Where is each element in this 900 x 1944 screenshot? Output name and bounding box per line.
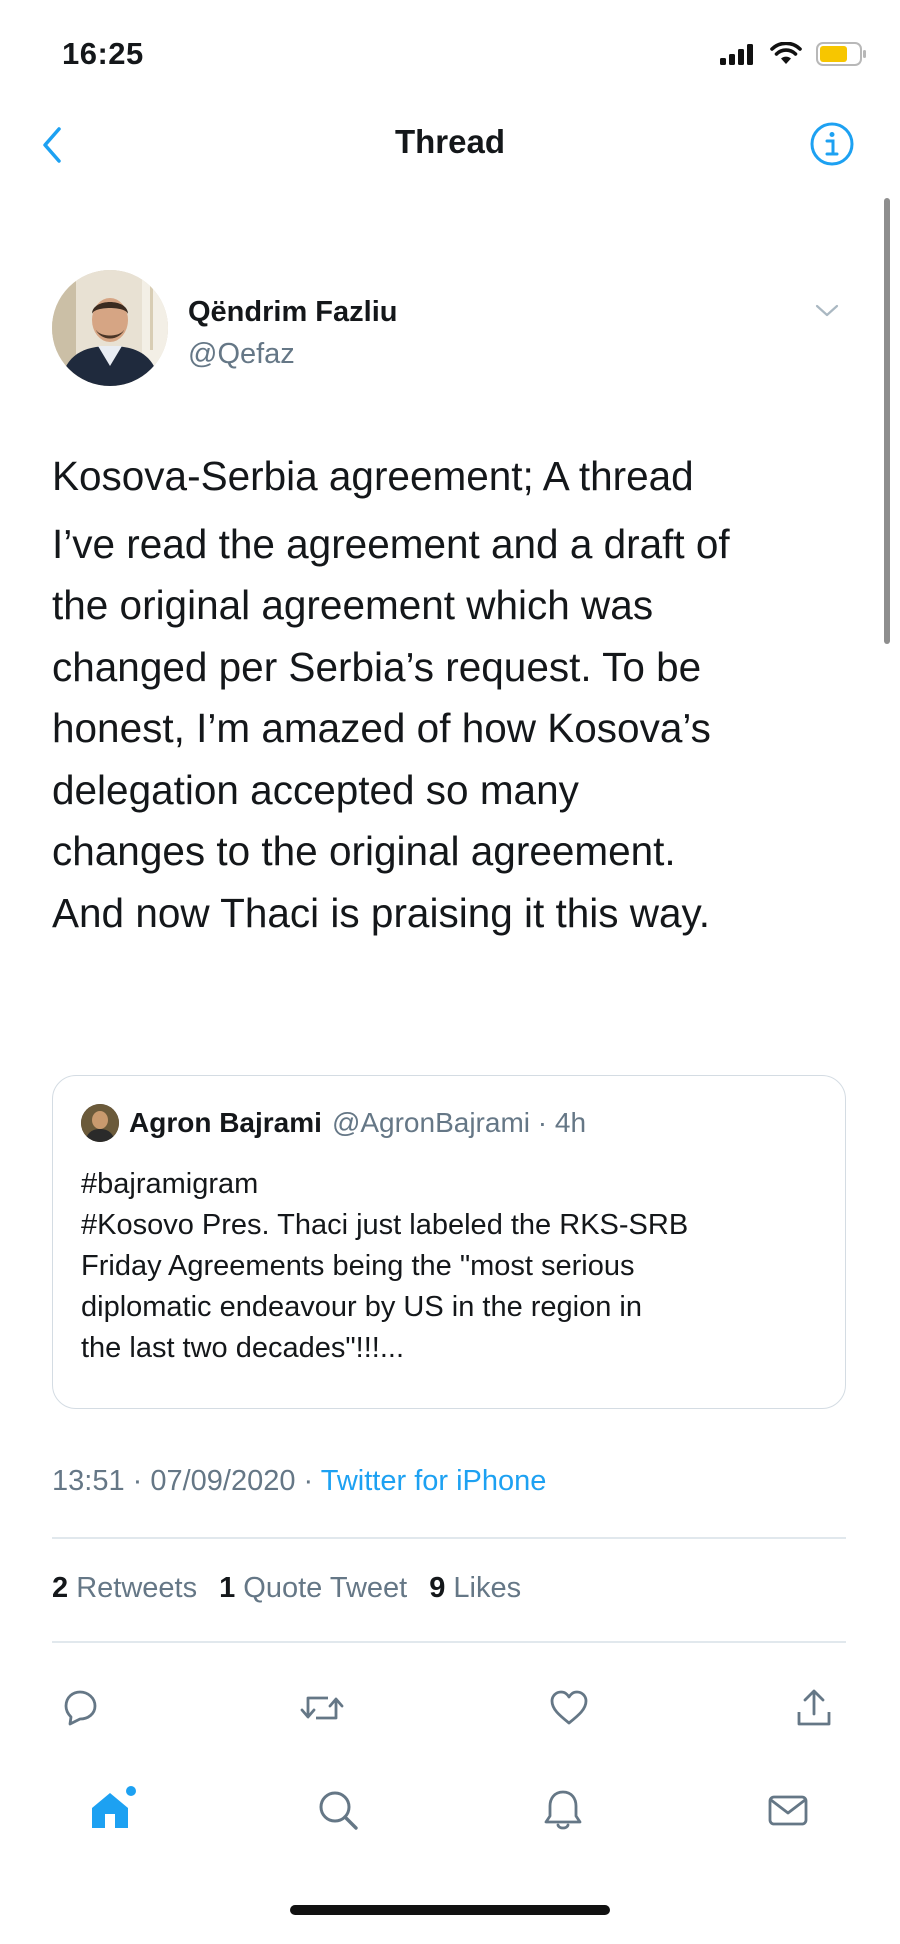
share-button[interactable] bbox=[786, 1680, 842, 1736]
retweet-button[interactable] bbox=[294, 1680, 350, 1736]
quoted-line: Friday Agreements being the "most seriou… bbox=[81, 1250, 635, 1282]
likes-stat[interactable]: 9 Likes bbox=[429, 1572, 521, 1605]
signal-icon bbox=[720, 44, 753, 65]
retweets-stat[interactable]: 2 Retweets bbox=[52, 1572, 197, 1605]
messages-icon bbox=[768, 1795, 808, 1826]
quoted-line: #bajramigram bbox=[81, 1168, 259, 1200]
quote-tweets-count: 1 bbox=[219, 1572, 236, 1604]
home-indicator[interactable] bbox=[290, 1905, 610, 1915]
retweets-label: Retweets bbox=[68, 1572, 198, 1604]
reply-icon bbox=[64, 1690, 97, 1726]
page-title: Thread bbox=[394, 123, 506, 160]
tab-home[interactable] bbox=[82, 1780, 142, 1840]
tab-search[interactable] bbox=[308, 1780, 368, 1840]
tab-notifications[interactable] bbox=[533, 1780, 593, 1840]
share-icon bbox=[797, 1689, 831, 1726]
retweet-icon bbox=[300, 1696, 344, 1720]
status-bar: 16:25 bbox=[0, 0, 900, 110]
tweet-line: I’ve read the agreement and a draft of bbox=[52, 520, 730, 567]
quoted-line: #Kosovo Pres. Thaci just labeled the RKS… bbox=[81, 1209, 689, 1241]
quoted-tweet-header: Agron Bajrami @AgronBajrami · 4h bbox=[81, 1104, 586, 1142]
timestamp-text: 13:51 · 07/09/2020 · bbox=[52, 1465, 321, 1497]
tweet-menu-button[interactable] bbox=[812, 298, 842, 322]
tweet-line: changed per Serbia’s request. To be bbox=[52, 643, 702, 690]
retweets-count: 2 bbox=[52, 1572, 69, 1604]
tweet-stats: 2 Retweets 1 Quote Tweet 9 Likes bbox=[52, 1572, 543, 1605]
client-link[interactable]: Twitter for iPhone bbox=[321, 1465, 547, 1497]
divider bbox=[52, 1641, 846, 1643]
like-icon bbox=[550, 1690, 588, 1725]
tweet-paragraph: I’ve read the agreement and a draft of t… bbox=[52, 514, 852, 945]
quoted-avatar bbox=[81, 1104, 119, 1142]
tweet-actions bbox=[52, 1680, 842, 1740]
tweet-line: delegation accepted so many bbox=[52, 766, 579, 813]
nav-bar: Thread bbox=[0, 110, 900, 180]
quoted-tweet-text: #bajramigram #Kosovo Pres. Thaci just la… bbox=[81, 1164, 821, 1369]
avatar[interactable] bbox=[52, 270, 168, 386]
status-time: 16:25 bbox=[62, 36, 144, 71]
author-name[interactable]: Qëndrim Fazliu bbox=[188, 296, 397, 329]
quote-tweets-stat[interactable]: 1 Quote Tweet bbox=[219, 1572, 407, 1605]
tweet-timestamp: 13:51 · 07/09/2020 · Twitter for iPhone bbox=[52, 1465, 546, 1498]
tweet-line: honest, I’m amazed of how Kosova’s bbox=[52, 705, 711, 751]
quoted-author-name: Agron Bajrami bbox=[129, 1107, 322, 1138]
tweet-author: Qëndrim Fazliu @Qefaz bbox=[52, 270, 842, 400]
tweet-line: Kosova-Serbia agreement; A thread bbox=[52, 453, 694, 499]
battery-icon bbox=[816, 42, 866, 66]
info-icon bbox=[810, 122, 854, 166]
likes-label: Likes bbox=[445, 1572, 522, 1604]
quoted-line: the last two decades"!!!... bbox=[81, 1332, 405, 1364]
tweet-paragraph: Kosova-Serbia agreement; A thread bbox=[52, 446, 852, 508]
likes-count: 9 bbox=[429, 1572, 446, 1604]
reply-button[interactable] bbox=[52, 1680, 108, 1736]
status-icons bbox=[720, 42, 868, 66]
scrollbar[interactable] bbox=[884, 198, 890, 644]
quoted-author-handle: @AgronBajrami · 4h bbox=[331, 1107, 587, 1138]
search-icon bbox=[319, 1791, 358, 1830]
divider bbox=[52, 1537, 846, 1539]
chevron-down-icon bbox=[815, 304, 839, 317]
tweet-line: And now Thaci is praising it this way. bbox=[52, 889, 711, 936]
tab-bar bbox=[0, 1770, 900, 1890]
tweet-line: changes to the original agreement. bbox=[52, 828, 676, 874]
like-button[interactable] bbox=[541, 1680, 597, 1736]
tweet-text: Kosova-Serbia agreement; A thread I’ve r… bbox=[52, 446, 852, 944]
quoted-line: diplomatic endeavour by US in the region… bbox=[81, 1291, 642, 1323]
notifications-icon bbox=[544, 1790, 582, 1830]
author-handle[interactable]: @Qefaz bbox=[188, 338, 295, 371]
tweet-line: the original agreement which was bbox=[52, 582, 654, 628]
wifi-icon bbox=[770, 42, 802, 64]
tab-messages[interactable] bbox=[758, 1780, 818, 1840]
quote-tweets-label: Quote Tweet bbox=[235, 1572, 408, 1604]
info-button[interactable] bbox=[808, 120, 856, 168]
home-icon bbox=[92, 1786, 136, 1828]
quoted-tweet[interactable]: Agron Bajrami @AgronBajrami · 4h #bajram… bbox=[52, 1075, 846, 1409]
